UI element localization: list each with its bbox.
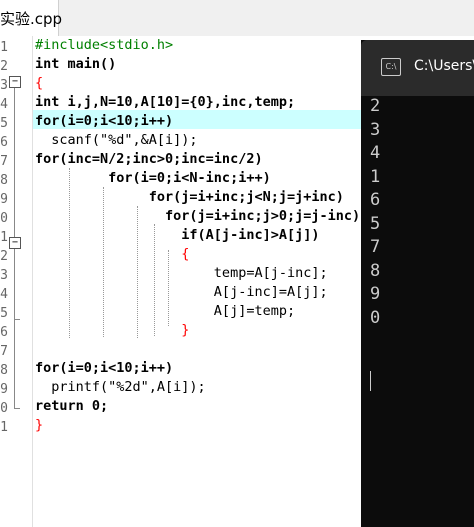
line-number: 1 bbox=[0, 40, 8, 55]
line-number: 8 bbox=[0, 173, 8, 188]
code-line: { bbox=[35, 246, 190, 262]
console-title: C:\Users\ bbox=[414, 58, 474, 74]
line-number: 5 bbox=[0, 306, 8, 321]
code-line: A[j]=temp; bbox=[35, 303, 296, 319]
code-line: for(j=i+inc;j>0;j=j-inc) bbox=[35, 208, 361, 224]
console-output-line: 4 bbox=[370, 143, 381, 163]
text-cursor bbox=[370, 371, 371, 391]
fold-toggle-block[interactable]: − bbox=[9, 237, 21, 249]
console-titlebar[interactable]: C:\ C:\Users\ bbox=[361, 40, 474, 96]
line-number: 3 bbox=[0, 78, 8, 93]
fold-end-block bbox=[14, 319, 20, 320]
console-window[interactable]: C:\ C:\Users\ 2 3 4 1 6 5 7 8 9 0 bbox=[361, 40, 474, 527]
code-line: printf("%2d",A[i]); bbox=[35, 379, 206, 395]
console-output-line: 7 bbox=[370, 237, 381, 257]
file-tab-label: 实验.cpp bbox=[0, 10, 63, 28]
console-output-line: 0 bbox=[370, 307, 381, 328]
line-number: 0 bbox=[0, 401, 8, 416]
file-tab[interactable]: 实验.cpp bbox=[0, 0, 63, 36]
fold-line-block bbox=[14, 249, 15, 319]
code-line: for(j=i+inc;j<N;j=j+inc) bbox=[35, 189, 344, 205]
console-output-line: 3 bbox=[370, 119, 381, 140]
code-line: scanf("%d",&A[i]); bbox=[35, 132, 198, 148]
code-line: int main() bbox=[35, 56, 117, 72]
code-line: { bbox=[35, 75, 44, 91]
line-number-gutter: 1 2 3 4 5 6 7 8 9 0 1 2 3 4 5 6 7 8 9 0 1 − − bbox=[0, 36, 33, 527]
code-line: for(i=0;i<N-inc;i++) bbox=[35, 170, 271, 186]
code-line: for(inc=N/2;inc>0;inc=inc/2) bbox=[35, 151, 263, 167]
code-line: temp=A[j-inc]; bbox=[35, 265, 328, 281]
line-number: 2 bbox=[0, 249, 8, 264]
console-output-line: 5 bbox=[370, 213, 381, 234]
line-number: 4 bbox=[0, 287, 8, 302]
code-line: } bbox=[35, 322, 190, 338]
console-window-icon: C:\ bbox=[381, 58, 401, 76]
line-number: 1 bbox=[0, 420, 8, 435]
line-number: 0 bbox=[0, 211, 8, 226]
line-number: 6 bbox=[0, 135, 8, 150]
code-line: for(i=0;i<10;i++) bbox=[35, 360, 174, 376]
code-line: return 0; bbox=[35, 398, 109, 414]
fold-end-main bbox=[14, 408, 20, 409]
console-output-line: 1 bbox=[370, 166, 381, 187]
line-number: 7 bbox=[0, 154, 8, 169]
line-number: 3 bbox=[0, 268, 8, 283]
console-output-line: 8 bbox=[370, 260, 381, 281]
line-number: 2 bbox=[0, 59, 8, 74]
code-line: if(A[j-inc]>A[j]) bbox=[35, 227, 320, 243]
line-number: 4 bbox=[0, 97, 8, 112]
code-line: } bbox=[35, 417, 44, 433]
console-output-line: 2 bbox=[370, 96, 381, 116]
line-number: 6 bbox=[0, 325, 8, 340]
code-line: #include<stdio.h> bbox=[35, 37, 174, 53]
code-line: A[j-inc]=A[j]; bbox=[35, 284, 328, 300]
line-number: 9 bbox=[0, 192, 8, 207]
line-number: 9 bbox=[0, 382, 8, 397]
console-output-line: 9 bbox=[370, 284, 381, 304]
fold-toggle-main[interactable]: − bbox=[9, 76, 21, 88]
line-number: 5 bbox=[0, 116, 8, 131]
console-output-line: 6 bbox=[370, 190, 381, 210]
line-number: 8 bbox=[0, 363, 8, 378]
line-number: 1 bbox=[0, 230, 8, 245]
line-number: 7 bbox=[0, 344, 8, 359]
editor-tabbar: 实验.cpp bbox=[0, 0, 474, 36]
code-line: for(i=0;i<10;i++) bbox=[35, 113, 174, 129]
code-line: int i,j,N=10,A[10]={0},inc,temp; bbox=[35, 94, 296, 110]
